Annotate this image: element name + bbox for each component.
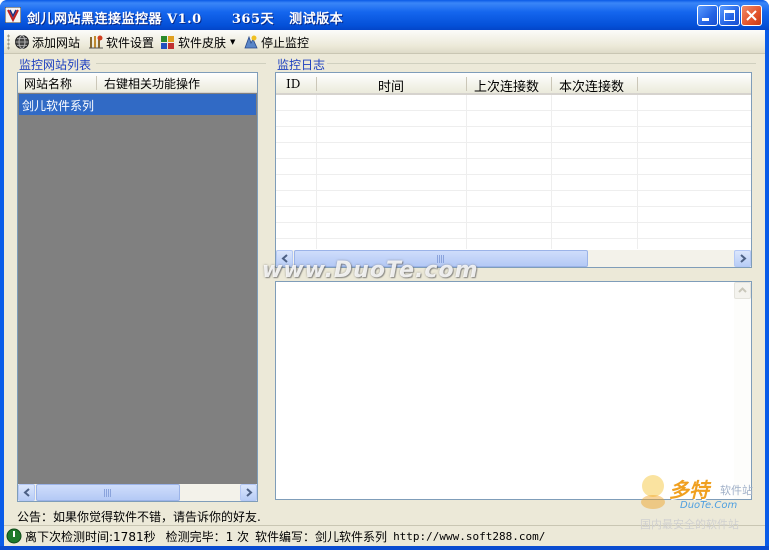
scroll-right-button[interactable] [734,250,751,267]
column-separator[interactable] [96,76,97,90]
minimize-icon [702,18,709,21]
chevron-up-icon [738,287,747,293]
stop-monitor-button[interactable]: 停止监控 [243,33,309,51]
add-site-button[interactable]: 添加网站 [14,33,80,51]
column-header-current-count[interactable]: 本次连接数 [559,76,624,95]
chevron-right-icon [740,254,747,263]
log-table-header: ID 时间 上次连接数 本次连接数 [276,73,751,95]
column-header-actions[interactable]: 右键相关功能操作 [104,75,200,92]
scroll-up-button[interactable] [734,282,751,299]
table-row [276,143,751,159]
table-row [276,175,751,191]
settings-label: 软件设置 [106,35,155,50]
app-icon [5,7,21,23]
watermark-site: DuoTe.Com [680,500,738,511]
column-header-time[interactable]: 时间 [378,76,404,95]
table-row [276,239,751,249]
toolbar-grip[interactable] [7,34,10,50]
site-list-view[interactable]: 网站名称 右键相关功能操作 剑儿软件系列 [17,72,258,502]
scroll-right-button[interactable] [240,484,257,501]
table-row [276,191,751,207]
watermark-text: www.DuoTe.com [262,258,479,283]
table-row [276,223,751,239]
chevron-right-icon [246,488,253,497]
log-detail-textarea[interactable] [275,281,752,500]
column-header-site-name[interactable]: 网站名称 [24,75,72,92]
skin-icon [161,36,174,49]
table-row [276,159,751,175]
log-group-title: 监控日志 [277,58,326,72]
group-divider [96,63,266,64]
maximize-icon [724,10,735,21]
close-button[interactable] [741,5,762,26]
window-title: 剑儿网站黑连接监控器 V1.0 365天 测试版本 [27,12,344,27]
maximize-button[interactable] [719,5,740,26]
list-item[interactable]: 剑儿软件系列 [19,94,256,115]
author-status: 软件编写：剑儿软件系列 [255,529,388,544]
group-divider [327,63,756,64]
title-bar[interactable]: 剑儿网站黑连接监控器 V1.0 365天 测试版本 [0,0,769,30]
minimize-button[interactable] [697,5,718,26]
check-done-status: 检测完毕：1 次 [165,529,250,544]
grid-line [637,95,638,249]
column-separator[interactable] [316,77,317,91]
stop-monitor-label: 停止监控 [261,35,310,50]
next-check-status: 离下次检测时间:1781秒 [25,529,156,544]
watermark-brand: 多特 [669,478,709,502]
table-row [276,127,751,143]
skin-label: 软件皮肤 [178,35,227,50]
column-separator[interactable] [551,77,552,91]
table-row [276,111,751,127]
column-header-id[interactable]: ID [286,77,300,91]
detail-vscrollbar[interactable] [734,282,751,499]
table-row [276,207,751,223]
column-separator[interactable] [466,77,467,91]
close-icon [746,10,757,21]
site-list-hscrollbar[interactable] [18,484,257,501]
add-site-label: 添加网站 [32,35,81,50]
watermark-slogan: 国内最安全的软件站 [640,518,739,531]
site-list-group-title: 监控网站列表 [19,58,92,72]
window-frame-bottom [0,546,769,550]
toolbar: 添加网站 软件设置 软件皮肤 ▼ 停止监控 [4,30,765,54]
watermark-brand-suffix: 软件站 [720,484,753,497]
grid-line [466,95,467,249]
website-link[interactable]: http://www.soft288.com/ [393,530,545,543]
scroll-thumb[interactable] [36,484,180,501]
announcement-text: 公告：如果你觉得软件不错，请告诉你的好友. [17,510,261,524]
table-row [276,95,751,111]
scroll-left-button[interactable] [18,484,35,501]
column-separator[interactable] [637,77,638,91]
stop-monitor-icon [244,35,258,49]
globe-add-icon [15,35,29,49]
mascot-icon [641,475,665,509]
skin-dropdown[interactable]: 软件皮肤 ▼ [160,33,235,51]
grid-line [316,95,317,249]
settings-button[interactable]: 软件设置 [88,33,154,51]
monitor-log-table[interactable]: ID 时间 上次连接数 本次连接数 [275,72,752,268]
watermark-logo: 多特 软件站 DuoTe.Com 国内最安全的软件站 [632,470,768,536]
site-name-cell: 剑儿软件系列 [22,99,95,113]
chevron-left-icon [23,488,30,497]
chevron-down-icon: ▼ [230,38,236,46]
status-indicator-icon [6,528,22,544]
column-header-last-count[interactable]: 上次连接数 [474,76,539,95]
grid-line [551,95,552,249]
settings-icon [89,35,103,49]
site-list-header: 网站名称 右键相关功能操作 [18,73,257,93]
